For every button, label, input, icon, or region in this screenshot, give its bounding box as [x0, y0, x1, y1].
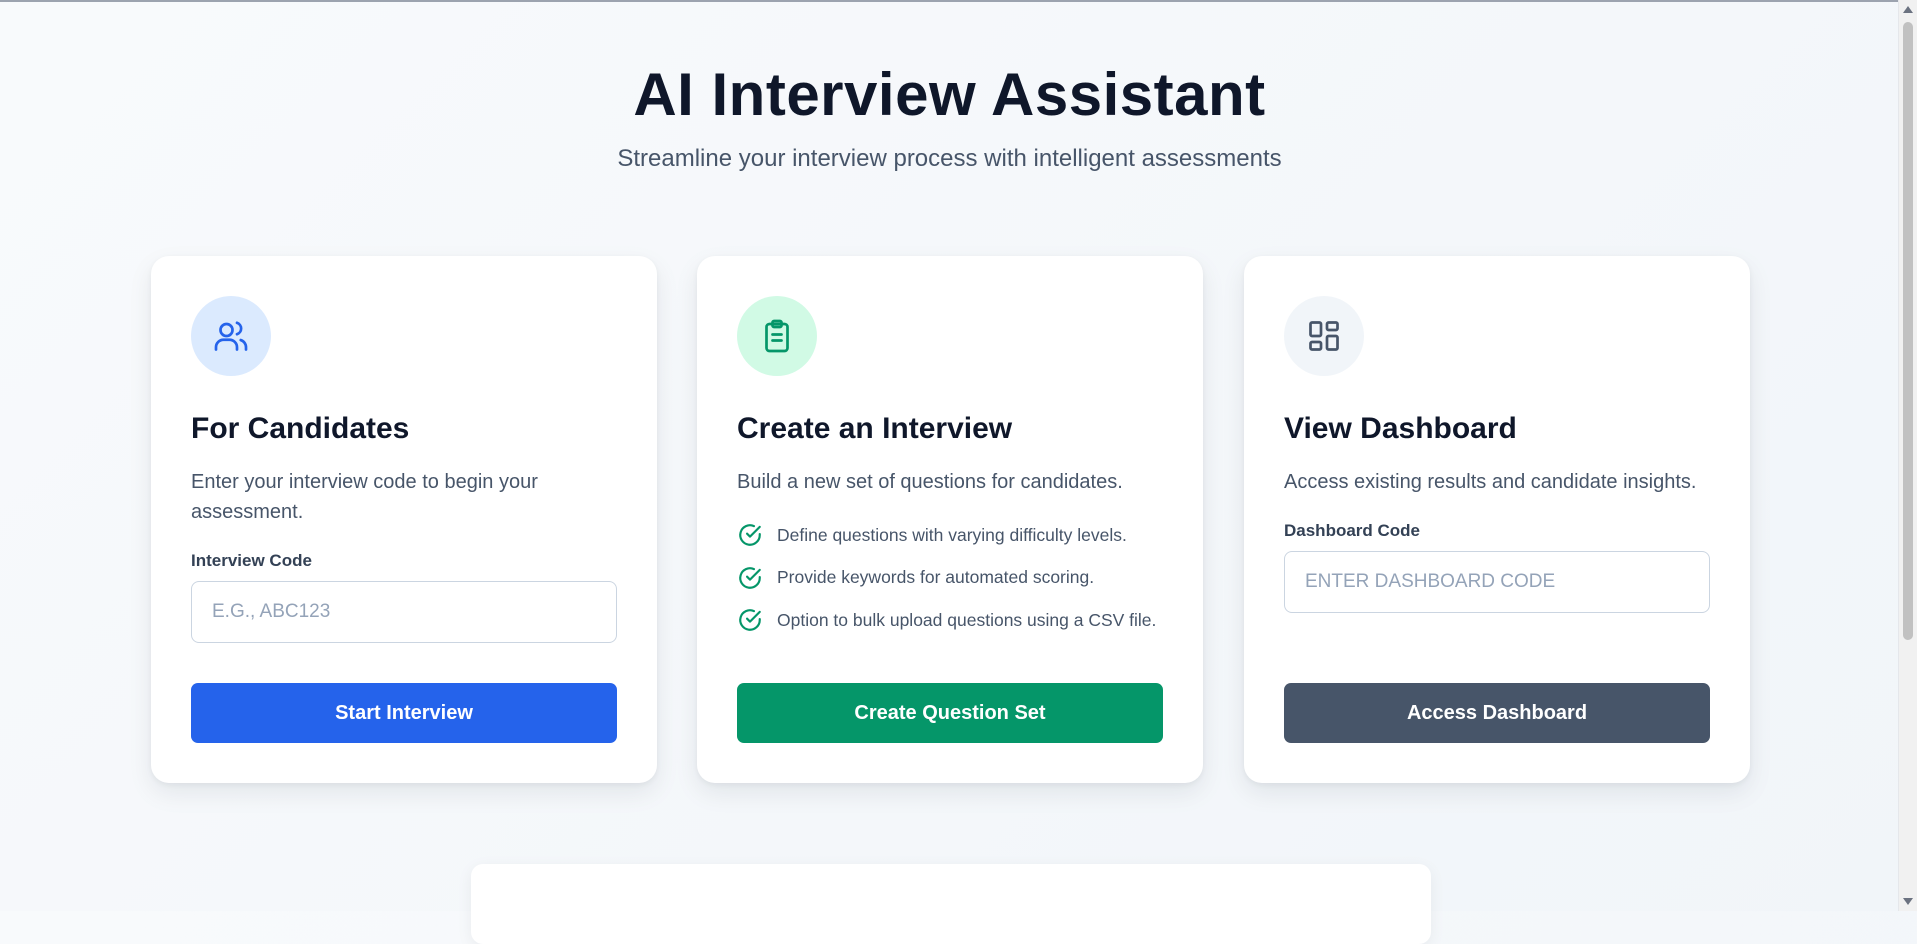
feature-text: Option to bulk upload questions using a … — [777, 609, 1157, 630]
interview-code-label: Interview Code — [191, 551, 312, 570]
scrollbar-thumb[interactable] — [1903, 22, 1913, 640]
access-dashboard-button[interactable]: Access Dashboard — [1284, 683, 1710, 743]
feature-item: Provide keywords for automated scoring. — [737, 564, 1163, 592]
feature-list: Define questions with varying difficulty… — [737, 521, 1163, 634]
candidates-title: For Candidates — [191, 412, 410, 445]
feature-item: Option to bulk upload questions using a … — [737, 606, 1163, 634]
create-question-set-button[interactable]: Create Question Set — [737, 683, 1163, 743]
users-icon-badge — [191, 296, 271, 376]
candidates-card: For Candidates Enter your interview code… — [151, 256, 657, 783]
feature-item: Define questions with varying difficulty… — [737, 521, 1163, 549]
bottom-panel — [471, 864, 1431, 944]
candidates-description: Enter your interview code to begin your … — [191, 471, 538, 523]
page-title: AI Interview Assistant — [633, 61, 1266, 128]
page-header: AI Interview Assistant Streamline your i… — [0, 56, 1899, 174]
feature-text: Define questions with varying difficulty… — [777, 524, 1127, 545]
check-circle-icon — [739, 566, 761, 589]
top-border — [0, 0, 1899, 2]
scroll-up-icon[interactable] — [1903, 6, 1913, 13]
interview-code-input[interactable] — [191, 581, 617, 643]
dashboard-code-label: Dashboard Code — [1284, 521, 1421, 540]
clipboard-icon-badge — [737, 296, 817, 376]
dashboard-code-input[interactable] — [1284, 551, 1710, 613]
clipboard-icon — [765, 319, 789, 353]
start-interview-button[interactable]: Start Interview — [191, 683, 617, 743]
dashboard-icon — [1309, 321, 1339, 351]
dashboard-title: View Dashboard — [1284, 412, 1517, 445]
create-interview-title: Create an Interview — [737, 412, 1013, 445]
vertical-scrollbar[interactable] — [1898, 0, 1917, 911]
dashboard-icon-badge — [1284, 296, 1364, 376]
scroll-down-icon[interactable] — [1903, 898, 1913, 905]
page-subtitle: Streamline your interview process with i… — [617, 145, 1282, 172]
create-interview-card: Create an Interview Build a new set of q… — [697, 256, 1203, 783]
dashboard-card: View Dashboard Access existing results a… — [1244, 256, 1750, 783]
create-interview-description: Build a new set of questions for candida… — [737, 471, 1123, 493]
dashboard-description: Access existing results and candidate in… — [1284, 471, 1697, 493]
feature-text: Provide keywords for automated scoring. — [777, 567, 1095, 587]
users-icon — [214, 321, 248, 351]
check-circle-icon — [739, 524, 761, 546]
check-circle-icon — [739, 609, 761, 631]
